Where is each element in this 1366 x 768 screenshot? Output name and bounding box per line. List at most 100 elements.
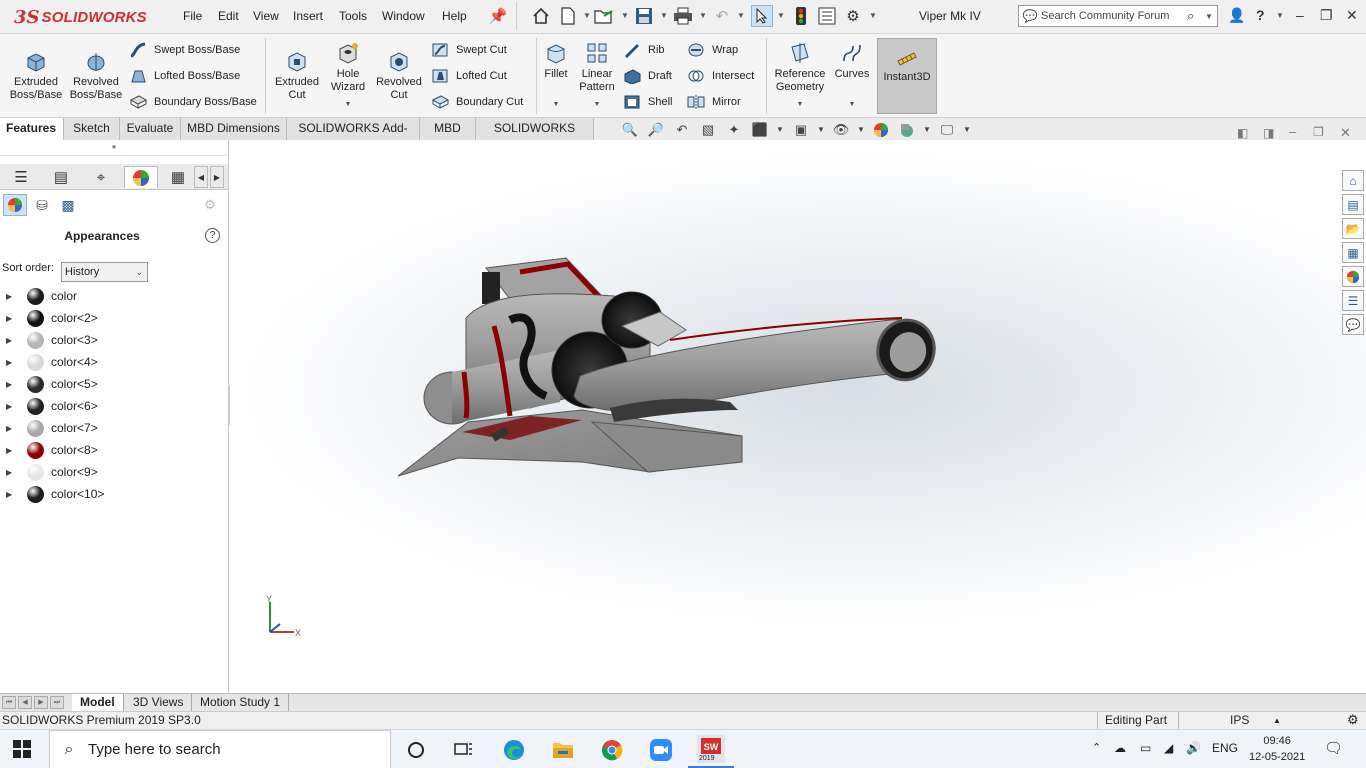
extruded-boss-base-button[interactable]: Extruded Boss/Base: [8, 48, 64, 102]
expand-arrow-icon[interactable]: ▶: [6, 380, 18, 389]
rebuild-traffic-light-icon[interactable]: [791, 6, 811, 26]
tab-mbd[interactable]: MBD: [420, 118, 476, 140]
expand-arrow-icon[interactable]: ▶: [6, 424, 18, 433]
tab-model[interactable]: Model: [72, 694, 124, 711]
expand-arrow-icon[interactable]: ▶: [6, 468, 18, 477]
feature-manager-tab-icon[interactable]: ☰: [4, 166, 38, 188]
rib-button[interactable]: Rib: [622, 40, 665, 60]
viewport-restore-icon[interactable]: ❐: [1313, 125, 1324, 139]
tab-motion-study-1[interactable]: Motion Study 1: [192, 694, 290, 711]
system-clock[interactable]: 09:46 12-05-2021: [1249, 733, 1305, 765]
open-folder-icon[interactable]: [594, 6, 614, 26]
cortana-circle-icon[interactable]: [403, 737, 429, 763]
chevron-down-icon[interactable]: ▼: [737, 11, 745, 20]
appearance-list-item[interactable]: ▶ color<5>: [0, 373, 228, 395]
appearance-list-item[interactable]: ▶ color<3>: [0, 329, 228, 351]
curves-button[interactable]: Curves ▼: [832, 40, 872, 111]
close-icon[interactable]: ✕: [1346, 7, 1358, 24]
viewport-tile-left-icon[interactable]: ◧: [1237, 126, 1248, 140]
chevron-down-icon[interactable]: ▼: [699, 11, 707, 20]
file-explorer-icon[interactable]: [550, 737, 576, 763]
chevron-down-icon[interactable]: ▼: [326, 98, 370, 111]
select-cursor-icon[interactable]: [751, 5, 773, 27]
expand-arrow-icon[interactable]: ▶: [6, 358, 18, 367]
scroll-left-arrow-icon[interactable]: ◀: [194, 166, 208, 188]
chevron-down-icon[interactable]: ▼: [918, 121, 936, 138]
chevron-down-icon[interactable]: ▼: [771, 121, 789, 138]
linear-pattern-button[interactable]: Linear Pattern ▼: [575, 40, 619, 111]
swept-cut-button[interactable]: Swept Cut: [430, 40, 507, 60]
chevron-down-icon[interactable]: ▼: [1276, 11, 1284, 20]
tab-solidworks-cam[interactable]: SOLIDWORKS CAM: [476, 118, 594, 156]
chevron-down-icon[interactable]: ▼: [958, 121, 976, 138]
pin-icon[interactable]: 📌: [488, 6, 508, 26]
last-tab-arrow-icon[interactable]: ⏭: [50, 696, 64, 709]
appearance-list-item[interactable]: ▶ color<6>: [0, 395, 228, 417]
appearances-filter-icon[interactable]: [3, 194, 27, 216]
menu-tools[interactable]: Tools: [339, 9, 367, 23]
first-tab-arrow-icon[interactable]: ⏮: [2, 696, 16, 709]
appearances-tab-icon[interactable]: [124, 166, 158, 188]
panel-grip[interactable]: ●: [0, 142, 228, 156]
view-orientation-icon[interactable]: ⬛: [751, 121, 769, 138]
chevron-down-icon[interactable]: ▼: [1205, 12, 1217, 21]
apply-scene-icon[interactable]: [898, 121, 916, 138]
battery-icon[interactable]: ▭: [1140, 741, 1151, 755]
display-manager-icon[interactable]: ▦: [164, 166, 192, 188]
section-view-icon[interactable]: ▧: [699, 121, 717, 138]
decals-cylinder-icon[interactable]: ⛁: [30, 194, 54, 216]
next-tab-arrow-icon[interactable]: ▶: [34, 696, 48, 709]
tab-3d-views[interactable]: 3D Views: [125, 694, 193, 711]
minimize-icon[interactable]: –: [1296, 7, 1304, 23]
expand-arrow-icon[interactable]: ▶: [6, 314, 18, 323]
task-view-icon[interactable]: [451, 737, 477, 763]
wrap-button[interactable]: Wrap: [686, 40, 738, 60]
chevron-up-icon[interactable]: ▲: [1273, 716, 1281, 725]
intersect-button[interactable]: Intersect: [686, 66, 754, 86]
menu-file[interactable]: File: [183, 9, 202, 23]
chrome-browser-icon[interactable]: [599, 737, 625, 763]
chevron-down-icon[interactable]: ▼: [540, 98, 572, 111]
solidworks-2019-taskbar-icon[interactable]: SW 2019: [697, 735, 725, 763]
appearance-list-item[interactable]: ▶ color<8>: [0, 439, 228, 461]
chevron-down-icon[interactable]: ▼: [869, 11, 877, 20]
fillet-button[interactable]: Fillet ▼: [540, 40, 572, 111]
chevron-down-icon[interactable]: ▼: [621, 11, 629, 20]
custom-properties-icon[interactable]: ☰: [1342, 290, 1364, 311]
chevron-down-icon[interactable]: ▼: [832, 98, 872, 111]
solidworks-logo[interactable]: 3S SOLIDWORKS: [14, 5, 154, 29]
tab-mbd-dimensions[interactable]: MBD Dimensions: [181, 118, 287, 140]
chevron-down-icon[interactable]: ▼: [583, 11, 591, 20]
onedrive-cloud-icon[interactable]: ☁: [1114, 741, 1126, 755]
file-properties-icon[interactable]: [817, 6, 837, 26]
taskbar-search-input[interactable]: ⌕ Type here to search: [49, 730, 391, 768]
sort-order-select[interactable]: History ⌄: [61, 262, 148, 282]
viewport-tile-right-icon[interactable]: ◨: [1263, 126, 1274, 140]
scroll-right-arrow-icon[interactable]: ▶: [210, 166, 224, 188]
zoom-app-icon[interactable]: [648, 737, 674, 763]
edge-browser-icon[interactable]: [501, 737, 527, 763]
home-icon[interactable]: [531, 6, 551, 26]
hole-wizard-button[interactable]: Hole Wizard ▼: [326, 40, 370, 111]
expand-arrow-icon[interactable]: ▶: [6, 336, 18, 345]
solidworks-resources-home-icon[interactable]: ⌂: [1342, 170, 1364, 191]
save-icon[interactable]: [634, 6, 654, 26]
viewport-minimize-icon[interactable]: –: [1289, 124, 1296, 139]
instant3d-button[interactable]: Instant3D: [877, 38, 937, 114]
chevron-down-icon[interactable]: ▼: [812, 121, 830, 138]
user-account-icon[interactable]: 👤: [1228, 7, 1245, 24]
forum-icon[interactable]: 💬: [1342, 314, 1364, 335]
appearance-list-item[interactable]: ▶ color<7>: [0, 417, 228, 439]
lofted-boss-base-button[interactable]: Lofted Boss/Base: [128, 66, 240, 86]
chevron-down-icon[interactable]: ▼: [852, 121, 870, 138]
expand-arrow-icon[interactable]: ▶: [6, 402, 18, 411]
menu-window[interactable]: Window: [382, 9, 425, 23]
view-palette-icon[interactable]: ▦: [1342, 242, 1364, 263]
lofted-cut-button[interactable]: Lofted Cut: [430, 66, 507, 86]
menu-view[interactable]: View: [253, 9, 279, 23]
zoom-to-area-icon[interactable]: 🔎: [647, 121, 665, 138]
revolved-cut-button[interactable]: Revolved Cut: [372, 48, 426, 102]
tab-sketch[interactable]: Sketch: [64, 118, 120, 140]
appearance-list-item[interactable]: ▶ color<2>: [0, 307, 228, 329]
menu-help[interactable]: Help: [442, 9, 467, 23]
